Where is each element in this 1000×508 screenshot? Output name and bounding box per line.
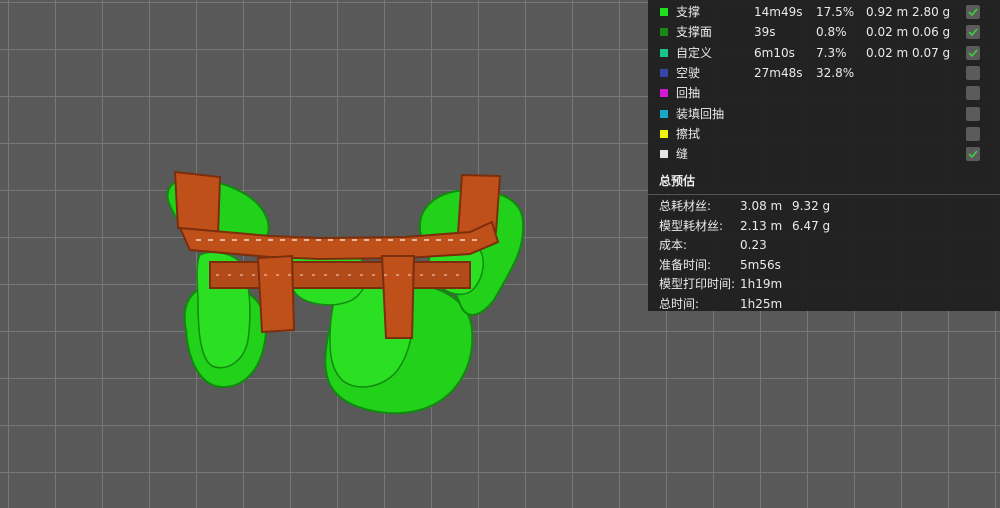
legend-weight: 0.07 g	[912, 45, 951, 60]
legend-row: 缝	[648, 144, 1000, 164]
summary-row: 模型打印时间: 1h19m	[648, 274, 1000, 294]
legend-row: 支撑面 39s 0.8% 0.02 m 0.06 g	[648, 22, 1000, 42]
legend-label: 自定义	[676, 45, 713, 60]
summary-label: 模型耗材丝:	[659, 218, 724, 233]
summary-value: 2.13 m	[740, 218, 783, 233]
legend-color-swatch	[660, 89, 668, 98]
model-lower-frame	[209, 261, 471, 289]
summary-label: 准备时间:	[659, 257, 712, 272]
legend-color-swatch	[660, 48, 668, 57]
summary-row: 准备时间: 5m56s	[648, 255, 1000, 275]
legend-color-swatch	[660, 28, 668, 37]
legend-color-swatch	[660, 8, 668, 16]
legend-label: 空驶	[676, 65, 701, 80]
legend-label: 装填回抽	[676, 106, 725, 121]
visibility-checkbox[interactable]	[966, 86, 980, 101]
summary-row: 模型耗材丝: 2.13 m 6.47 g	[648, 216, 1000, 236]
visibility-checkbox[interactable]	[966, 5, 980, 19]
visibility-checkbox[interactable]	[966, 45, 980, 60]
legend-color-swatch	[660, 109, 668, 118]
legend-time: 6m10s	[754, 45, 795, 60]
legend-row: 空驶 27m48s 32.8%	[648, 63, 1000, 83]
summary-row: 总耗材丝: 3.08 m 9.32 g	[648, 196, 1000, 216]
legend-time: 14m49s	[754, 5, 803, 19]
summary-divider	[648, 194, 1000, 195]
summary-value-secondary: 6.47 g	[792, 218, 831, 233]
checkmark-icon	[968, 150, 978, 159]
legend-color-swatch	[660, 150, 668, 159]
summary-row: 总时间: 1h25m	[648, 294, 1000, 314]
summary-label: 成本:	[659, 238, 688, 253]
summary-row: 成本: 0.23	[648, 235, 1000, 255]
legend-percent: 7.3%	[816, 45, 847, 60]
legend-label: 擦拭	[676, 126, 701, 141]
model-wall-left	[173, 170, 222, 237]
legend-row: 回抽	[648, 83, 1000, 103]
visibility-checkbox[interactable]	[966, 25, 980, 40]
summary-label: 模型打印时间:	[659, 277, 736, 292]
legend-time: 39s	[754, 25, 776, 40]
legend-percent: 0.8%	[816, 25, 847, 40]
checkmark-icon	[968, 28, 978, 37]
summary-value: 1h19m	[740, 277, 783, 292]
model-leg-right	[380, 255, 416, 339]
summary-label: 总时间:	[659, 297, 700, 311]
legend-length: 0.02 m	[866, 25, 909, 40]
summary-value-secondary: 9.32 g	[792, 199, 831, 213]
legend-length: 0.92 m	[866, 5, 909, 19]
legend-length: 0.02 m	[866, 45, 909, 60]
summary-value: 1h25m	[740, 297, 783, 311]
summary-value: 5m56s	[740, 257, 781, 272]
legend-percent: 32.8%	[816, 65, 855, 80]
checkmark-icon	[968, 49, 978, 57]
sliced-model-preview[interactable]	[0, 0, 650, 508]
legend-row: 自定义 6m10s 7.3% 0.02 m 0.07 g	[648, 43, 1000, 63]
legend-label: 支撑	[676, 5, 701, 19]
visibility-checkbox[interactable]	[966, 106, 980, 121]
legend-panel: 支撑 14m49s 17.5% 0.92 m 2.80 g 支撑面 39s 0.8% 0.02 …	[648, 0, 1000, 311]
summary-value: 3.08 m	[740, 199, 783, 213]
summary-label: 总耗材丝:	[659, 199, 712, 213]
legend-label: 支撑面	[676, 25, 713, 40]
legend-row: 装填回抽	[648, 104, 1000, 124]
legend-color-swatch	[660, 68, 668, 77]
legend-color-swatch	[660, 129, 668, 138]
visibility-checkbox[interactable]	[966, 65, 980, 80]
legend-weight: 0.06 g	[912, 25, 951, 40]
checkmark-icon	[968, 8, 978, 17]
visibility-checkbox[interactable]	[966, 147, 980, 162]
legend-label: 缝	[676, 147, 689, 162]
summary-title: 总预估	[659, 174, 696, 188]
legend-time: 27m48s	[754, 65, 803, 80]
legend-row: 擦拭	[648, 124, 1000, 144]
legend-label: 回抽	[676, 86, 701, 101]
model-leg-left	[256, 254, 296, 334]
legend-percent: 17.5%	[816, 5, 855, 19]
legend-row: 支撑 14m49s 17.5% 0.92 m 2.80 g	[648, 2, 1000, 22]
summary-value: 0.23	[740, 238, 767, 253]
visibility-checkbox[interactable]	[966, 126, 980, 141]
legend-weight: 2.80 g	[912, 5, 951, 19]
